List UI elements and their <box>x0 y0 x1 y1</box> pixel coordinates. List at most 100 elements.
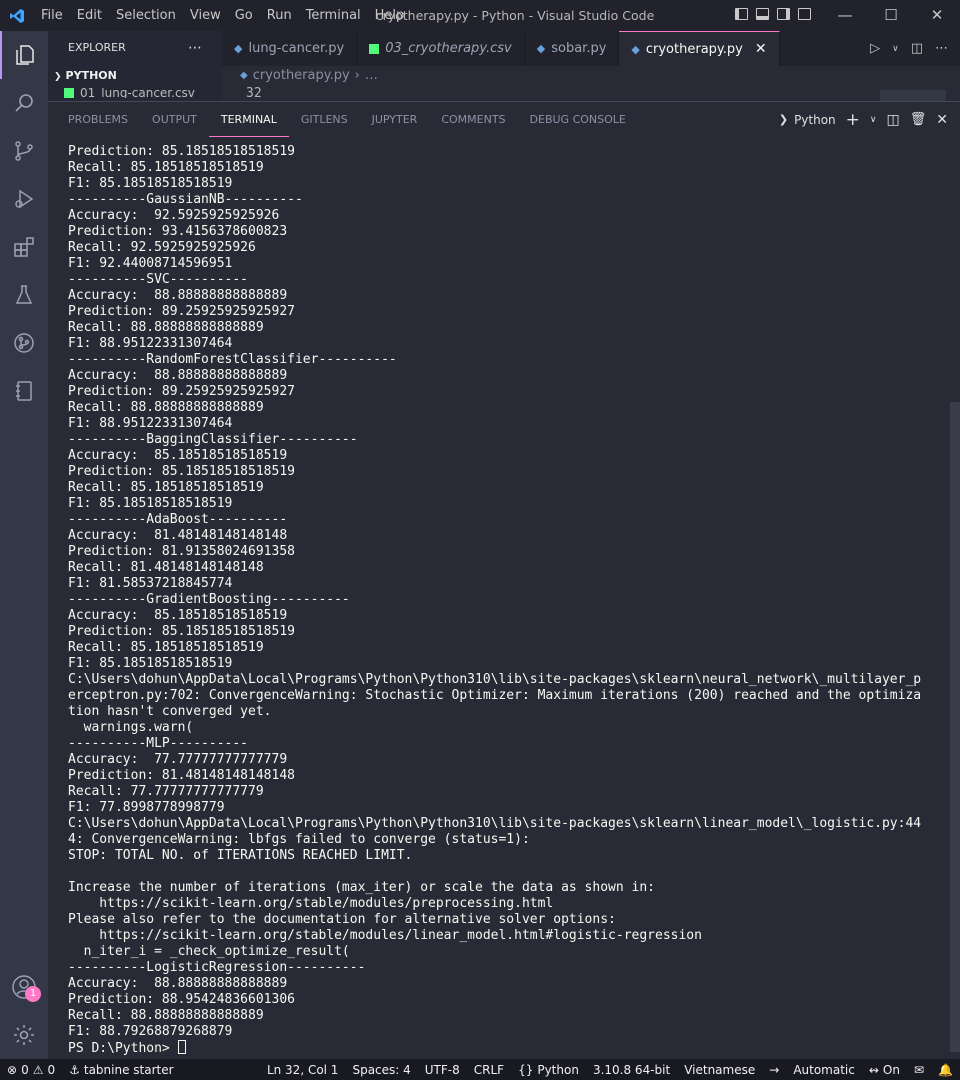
menu-file[interactable]: File <box>34 0 70 31</box>
terminal-output[interactable]: Prediction: 85.18518518518519 Recall: 85.… <box>68 144 948 1057</box>
terminal-line: https://scikit-learn.org/stable/modules/… <box>68 896 554 911</box>
chevron-down-icon[interactable]: ∨ <box>870 115 877 125</box>
terminal-line: Prediction: 88.95424836601306 <box>68 992 295 1007</box>
terminal-line: F1: 88.95122331307464 <box>68 336 233 351</box>
close-window-icon[interactable]: ✕ <box>914 0 960 31</box>
terminal-line: Accuracy: 88.88888888888889 <box>68 288 288 303</box>
language-mode[interactable]: {} Python <box>511 1063 586 1077</box>
terminal-shell-selector[interactable]: ❯ Python <box>779 113 836 127</box>
workspace-folder[interactable]: ❯ PYTHON <box>48 65 222 88</box>
terminal-line: F1: 92.44008714596951 <box>68 256 233 271</box>
terminal-line: Accuracy: 81.48148148148148 <box>68 528 288 543</box>
terminal-prompt-line[interactable]: PS D:\Python> <box>68 1040 948 1057</box>
tab-label: lung-cancer.py <box>248 41 345 56</box>
jupyter-notebook-icon[interactable] <box>0 367 48 415</box>
terminal-line: Accuracy: 88.88888888888889 <box>68 976 288 991</box>
run-debug-icon[interactable] <box>0 175 48 223</box>
terminal-line: Please also refer to the documentation f… <box>68 912 616 927</box>
terminal-line: Recall: 88.88888888888889 <box>68 320 264 335</box>
split-terminal-icon[interactable]: ◫ <box>887 112 900 128</box>
terminal-line: ----------AdaBoost---------- <box>68 512 288 527</box>
tab-cryotherapy-py[interactable]: ◆ cryotherapy.py ✕ <box>619 31 780 66</box>
menu-view[interactable]: View <box>183 0 228 31</box>
search-icon[interactable] <box>0 79 48 127</box>
breadcrumb-file[interactable]: cryotherapy.py <box>253 66 350 86</box>
python-interpreter[interactable]: 3.10.8 64-bit <box>586 1063 677 1077</box>
tabnine-status[interactable]: ⚓ tabnine starter <box>62 1063 180 1077</box>
terminal-line: Recall: 88.88888888888889 <box>68 1008 264 1023</box>
python-file-icon: ◆ <box>631 42 640 56</box>
source-control-icon[interactable] <box>0 127 48 175</box>
more-actions-icon[interactable]: ⋯ <box>935 41 948 56</box>
vscode-logo-icon[interactable] <box>0 0 34 31</box>
more-actions-icon[interactable]: ⋯ <box>188 31 202 65</box>
terminal-line: Recall: 81.48148148148148 <box>68 560 264 575</box>
tab-debug-console[interactable]: DEBUG CONSOLE <box>518 103 638 137</box>
tabnine-icon: ⚓ <box>69 1062 80 1077</box>
minimize-icon[interactable]: — <box>822 0 868 31</box>
tab-jupyter[interactable]: JUPYTER <box>360 103 430 137</box>
input-mode[interactable]: Automatic <box>786 1063 862 1077</box>
tab-terminal[interactable]: TERMINAL <box>208 103 289 137</box>
toggle-sidebar-icon[interactable] <box>735 8 748 20</box>
chevron-down-icon[interactable]: ∨ <box>892 44 899 54</box>
problems-status[interactable]: ⊗ 0 ⚠ 0 <box>0 1063 62 1077</box>
csv-file-icon <box>64 88 74 98</box>
tab-sobar-py[interactable]: ◆ sobar.py <box>525 31 620 66</box>
tab-cryotherapy-csv[interactable]: 03_cryotherapy.csv <box>357 31 525 66</box>
file-item[interactable]: 01_lung-cancer.csv <box>48 88 222 98</box>
breadcrumb-more[interactable]: … <box>365 66 378 86</box>
arrow-right-icon[interactable]: → <box>762 1063 786 1077</box>
terminal-scrollbar[interactable] <box>950 402 960 1052</box>
terminal-panel: PROBLEMS OUTPUT TERMINAL GITLENS JUPYTER… <box>48 101 960 1059</box>
maximize-icon[interactable]: ☐ <box>868 0 914 31</box>
terminal-line: Accuracy: 92.5925925925926 <box>68 208 280 223</box>
tab-label: 03_cryotherapy.csv <box>385 41 512 56</box>
terminal-line: 4: ConvergenceWarning: lbfgs failed to c… <box>68 832 530 847</box>
notifications-bell-icon[interactable]: 🔔 <box>931 1063 960 1077</box>
menu-selection[interactable]: Selection <box>109 0 183 31</box>
explorer-icon[interactable] <box>0 31 48 79</box>
menu-go[interactable]: Go <box>228 0 260 31</box>
customize-layout-icon[interactable] <box>798 8 811 20</box>
close-panel-icon[interactable]: ✕ <box>936 112 948 128</box>
end-of-line[interactable]: CRLF <box>467 1063 511 1077</box>
indentation[interactable]: Spaces: 4 <box>345 1063 417 1077</box>
toggle-secondary-sidebar-icon[interactable] <box>777 8 790 20</box>
accounts-icon[interactable] <box>0 963 48 1011</box>
terminal-line: Prediction: 81.48148148148148 <box>68 768 295 783</box>
settings-gear-icon[interactable] <box>0 1011 48 1059</box>
toggle-panel-icon[interactable] <box>756 8 769 20</box>
cursor-position[interactable]: Ln 32, Col 1 <box>260 1063 346 1077</box>
tab-label: sobar.py <box>551 41 607 56</box>
feedback-icon[interactable]: ✉ <box>907 1063 931 1077</box>
run-python-file-icon[interactable]: ▷ <box>870 41 880 56</box>
tab-comments[interactable]: COMMENTS <box>429 103 517 137</box>
accounts-badge: 1 <box>25 986 41 1002</box>
terminal-line: ----------GradientBoosting---------- <box>68 592 350 607</box>
tab-gitlens[interactable]: GITLENS <box>289 103 360 137</box>
extensions-icon[interactable] <box>0 223 48 271</box>
tab-problems[interactable]: PROBLEMS <box>56 103 140 137</box>
keyboard-layout[interactable]: Vietnamese <box>677 1063 762 1077</box>
gitlens-icon[interactable] <box>0 319 48 367</box>
live-share-status[interactable]: ↭ On <box>862 1063 907 1077</box>
close-tab-icon[interactable]: ✕ <box>755 41 767 57</box>
terminal-line: ----------LogisticRegression---------- <box>68 960 366 975</box>
split-editor-icon[interactable]: ◫ <box>911 41 923 56</box>
tab-lung-cancer-py[interactable]: ◆ lung-cancer.py <box>222 31 358 66</box>
error-count: 0 <box>21 1062 29 1077</box>
menu-edit[interactable]: Edit <box>70 0 109 31</box>
breadcrumb-separator-icon: › <box>354 68 360 83</box>
panel-actions: ❯ Python + ∨ ◫ 🗑 ✕ <box>779 102 948 137</box>
testing-flask-icon[interactable] <box>0 271 48 319</box>
minimap[interactable] <box>880 90 946 101</box>
new-terminal-icon[interactable]: + <box>846 110 860 130</box>
menu-run[interactable]: Run <box>260 0 299 31</box>
terminal-line: Increase the number of iterations (max_i… <box>68 880 655 895</box>
menu-terminal[interactable]: Terminal <box>299 0 368 31</box>
trash-icon[interactable]: 🗑 <box>910 112 927 127</box>
tab-output[interactable]: OUTPUT <box>140 103 209 137</box>
encoding[interactable]: UTF-8 <box>418 1063 467 1077</box>
menu-help[interactable]: Help <box>368 0 412 31</box>
